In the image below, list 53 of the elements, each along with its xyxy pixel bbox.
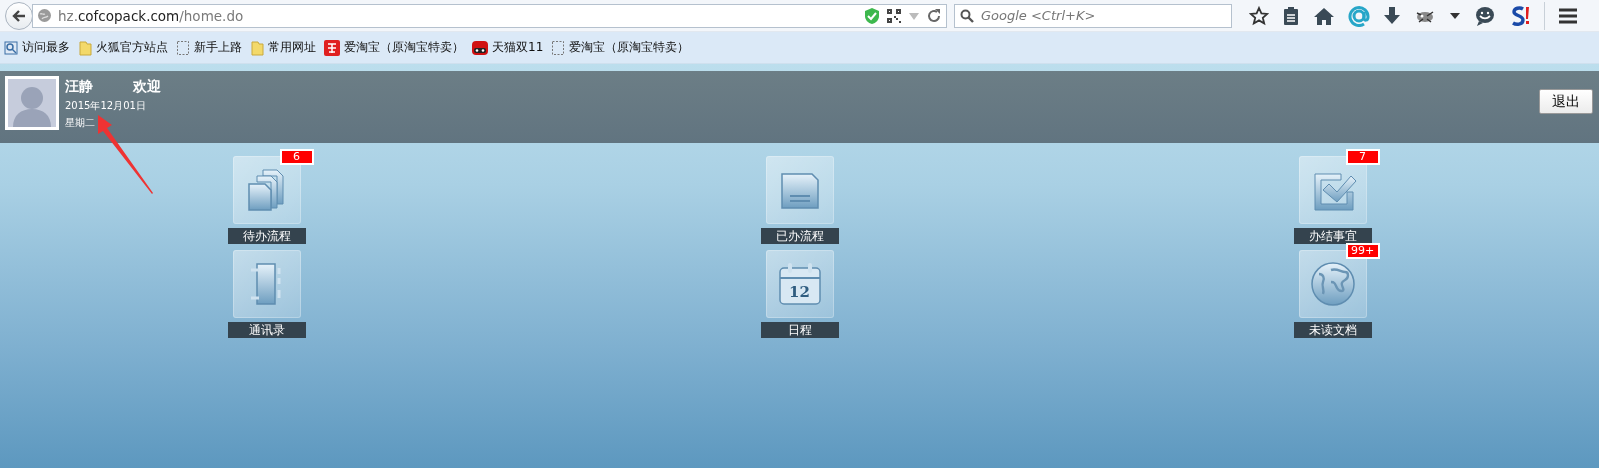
s-logo-icon[interactable] xyxy=(1509,4,1531,27)
shop-icon xyxy=(324,39,340,56)
bookmark-link[interactable]: 火狐官方站点 xyxy=(96,39,168,56)
count-badge: 6 xyxy=(279,149,314,165)
calendar-day-number: 12 xyxy=(788,283,811,301)
globe-icon xyxy=(37,8,52,23)
avatar-silhouette xyxy=(5,76,59,130)
shield-icon[interactable] xyxy=(864,6,880,25)
reload-icon[interactable] xyxy=(926,7,942,24)
weekday-text: 星期二 xyxy=(65,116,96,130)
globe-icon xyxy=(1308,260,1357,308)
back-arrow-icon xyxy=(11,7,27,24)
bookmark-link[interactable]: 爱淘宝（原淘宝特卖） xyxy=(569,39,690,56)
menu-icon[interactable] xyxy=(1558,6,1578,25)
download-icon[interactable] xyxy=(1383,5,1401,26)
bookmark-link[interactable]: 新手上路 xyxy=(194,39,242,56)
tile-label[interactable]: 日程 xyxy=(760,322,839,338)
back-button[interactable] xyxy=(5,1,33,30)
folder-icon xyxy=(78,39,92,56)
url-text: hz.cofcopack.com/home.do xyxy=(58,7,245,24)
app-tile[interactable]: 12 xyxy=(765,250,834,318)
count-badge: 7 xyxy=(1345,149,1380,165)
home-icon[interactable] xyxy=(1313,5,1335,26)
folder-icon xyxy=(250,39,264,56)
bookmark-link[interactable]: 访问最多 xyxy=(22,39,70,56)
tile-label[interactable]: 通讯录 xyxy=(227,322,306,338)
tile-label[interactable]: 已办流程 xyxy=(760,228,839,244)
search-field[interactable]: Google <Ctrl+K> xyxy=(954,3,1232,28)
at-sign-icon[interactable] xyxy=(1348,4,1370,27)
count-badge: 99+ xyxy=(1345,243,1380,259)
search-icon xyxy=(4,40,18,55)
bookmark-star-icon[interactable] xyxy=(1249,5,1269,26)
page-icon xyxy=(551,39,566,56)
search-icon xyxy=(960,8,974,23)
app-tile[interactable] xyxy=(232,250,301,318)
page-icon xyxy=(176,39,190,56)
date-text: 2015年12月01日 xyxy=(65,99,147,113)
clipboard-icon[interactable] xyxy=(1282,5,1300,26)
address-bar[interactable]: hz.cofcopack.com/home.do xyxy=(32,3,947,28)
user-name: 汪静 xyxy=(65,78,93,96)
greeting: 欢迎 xyxy=(133,78,161,96)
bookmark-link[interactable]: 常用网址 xyxy=(268,39,316,56)
app-tile[interactable] xyxy=(765,156,834,224)
logout-button[interactable]: 退出 xyxy=(1539,89,1593,114)
chat-bubble-icon[interactable] xyxy=(1474,4,1496,27)
qr-code-icon[interactable] xyxy=(886,7,902,24)
bookmark-link[interactable]: 天猫双11 xyxy=(492,39,544,56)
tile-label[interactable]: 待办流程 xyxy=(227,228,306,244)
cat-face-icon xyxy=(472,39,488,56)
tile-label[interactable]: 办结事宜 xyxy=(1293,228,1372,244)
dropdown-icon[interactable] xyxy=(1449,10,1461,21)
tile-label[interactable]: 未读文档 xyxy=(1293,322,1372,338)
bookmark-link[interactable]: 爱淘宝（原淘宝特卖） xyxy=(344,39,464,56)
